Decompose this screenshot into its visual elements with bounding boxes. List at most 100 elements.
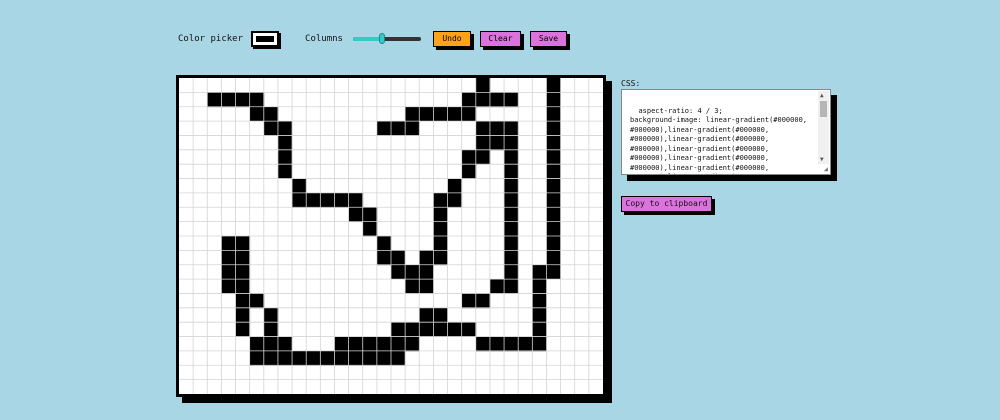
filled-pixel[interactable]	[489, 279, 505, 294]
filled-pixel[interactable]	[277, 350, 293, 366]
filled-pixel[interactable]	[306, 350, 321, 366]
filled-pixel[interactable]	[249, 106, 265, 122]
filled-pixel[interactable]	[362, 221, 378, 237]
filled-pixel[interactable]	[433, 221, 448, 237]
columns-slider-thumb[interactable]	[378, 33, 385, 44]
filled-pixel[interactable]	[433, 106, 448, 122]
filled-pixel[interactable]	[306, 192, 321, 208]
filled-pixel[interactable]	[461, 149, 477, 165]
pixel-grid[interactable]	[179, 78, 603, 394]
clear-button[interactable]: Clear	[479, 31, 521, 47]
filled-pixel[interactable]	[504, 135, 519, 151]
filled-pixel[interactable]	[546, 92, 561, 108]
filled-pixel[interactable]	[263, 121, 279, 136]
filled-pixel[interactable]	[405, 106, 420, 122]
filled-pixel[interactable]	[405, 279, 420, 294]
filled-pixel[interactable]	[504, 336, 519, 352]
filled-pixel[interactable]	[433, 250, 448, 266]
filled-pixel[interactable]	[475, 92, 491, 108]
filled-pixel[interactable]	[546, 135, 561, 151]
filled-pixel[interactable]	[546, 106, 561, 122]
filled-pixel[interactable]	[475, 293, 491, 309]
filled-pixel[interactable]	[263, 350, 279, 366]
filled-pixel[interactable]	[433, 207, 448, 223]
filled-pixel[interactable]	[292, 350, 307, 366]
filled-pixel[interactable]	[419, 264, 434, 280]
filled-pixel[interactable]	[391, 336, 406, 352]
filled-pixel[interactable]	[475, 135, 491, 151]
filled-pixel[interactable]	[532, 293, 547, 309]
filled-pixel[interactable]	[532, 264, 547, 280]
undo-button[interactable]: Undo	[432, 31, 471, 47]
filled-pixel[interactable]	[235, 250, 251, 266]
filled-pixel[interactable]	[221, 279, 236, 294]
filled-pixel[interactable]	[504, 149, 519, 165]
filled-pixel[interactable]	[263, 322, 279, 337]
filled-pixel[interactable]	[504, 178, 519, 194]
filled-pixel[interactable]	[447, 192, 463, 208]
filled-pixel[interactable]	[489, 336, 505, 352]
filled-pixel[interactable]	[419, 322, 434, 337]
filled-pixel[interactable]	[277, 135, 293, 151]
filled-pixel[interactable]	[447, 106, 463, 122]
filled-pixel[interactable]	[391, 322, 406, 337]
filled-pixel[interactable]	[475, 336, 491, 352]
filled-pixel[interactable]	[504, 164, 519, 179]
filled-pixel[interactable]	[433, 236, 448, 251]
filled-pixel[interactable]	[348, 192, 364, 208]
filled-pixel[interactable]	[532, 279, 547, 294]
filled-pixel[interactable]	[504, 264, 519, 280]
filled-pixel[interactable]	[292, 192, 307, 208]
resize-grip-icon[interactable]: ◢	[824, 166, 828, 173]
filled-pixel[interactable]	[419, 250, 434, 266]
filled-pixel[interactable]	[376, 250, 392, 266]
filled-pixel[interactable]	[221, 236, 236, 251]
filled-pixel[interactable]	[461, 293, 477, 309]
filled-pixel[interactable]	[475, 78, 491, 93]
filled-pixel[interactable]	[433, 322, 448, 337]
filled-pixel[interactable]	[489, 135, 505, 151]
columns-slider[interactable]	[352, 33, 421, 45]
filled-pixel[interactable]	[348, 350, 364, 366]
filled-pixel[interactable]	[504, 192, 519, 208]
filled-pixel[interactable]	[504, 221, 519, 237]
filled-pixel[interactable]	[221, 250, 236, 266]
filled-pixel[interactable]	[532, 322, 547, 337]
filled-pixel[interactable]	[277, 149, 293, 165]
scroll-up-icon[interactable]: ▲	[820, 93, 824, 99]
save-button[interactable]: Save	[529, 31, 567, 47]
filled-pixel[interactable]	[405, 121, 420, 136]
filled-pixel[interactable]	[461, 164, 477, 179]
filled-pixel[interactable]	[433, 307, 448, 323]
filled-pixel[interactable]	[235, 307, 251, 323]
filled-pixel[interactable]	[249, 336, 265, 352]
filled-pixel[interactable]	[235, 279, 251, 294]
scrollbar-thumb[interactable]	[820, 101, 827, 117]
copy-to-clipboard-button[interactable]: Copy to clipboard	[621, 196, 712, 212]
filled-pixel[interactable]	[419, 307, 434, 323]
filled-pixel[interactable]	[221, 264, 236, 280]
filled-pixel[interactable]	[546, 207, 561, 223]
filled-pixel[interactable]	[391, 264, 406, 280]
filled-pixel[interactable]	[249, 92, 265, 108]
filled-pixel[interactable]	[320, 192, 335, 208]
filled-pixel[interactable]	[546, 121, 561, 136]
filled-pixel[interactable]	[277, 121, 293, 136]
filled-pixel[interactable]	[376, 121, 392, 136]
filled-pixel[interactable]	[504, 92, 519, 108]
filled-pixel[interactable]	[376, 350, 392, 366]
filled-pixel[interactable]	[405, 336, 420, 352]
filled-pixel[interactable]	[461, 106, 477, 122]
filled-pixel[interactable]	[348, 207, 364, 223]
filled-pixel[interactable]	[546, 178, 561, 194]
filled-pixel[interactable]	[263, 307, 279, 323]
filled-pixel[interactable]	[405, 264, 420, 280]
filled-pixel[interactable]	[348, 336, 364, 352]
filled-pixel[interactable]	[362, 336, 378, 352]
filled-pixel[interactable]	[235, 236, 251, 251]
filled-pixel[interactable]	[235, 293, 251, 309]
filled-pixel[interactable]	[504, 279, 519, 294]
scroll-down-icon[interactable]: ▼	[820, 157, 824, 163]
filled-pixel[interactable]	[532, 307, 547, 323]
filled-pixel[interactable]	[277, 164, 293, 179]
